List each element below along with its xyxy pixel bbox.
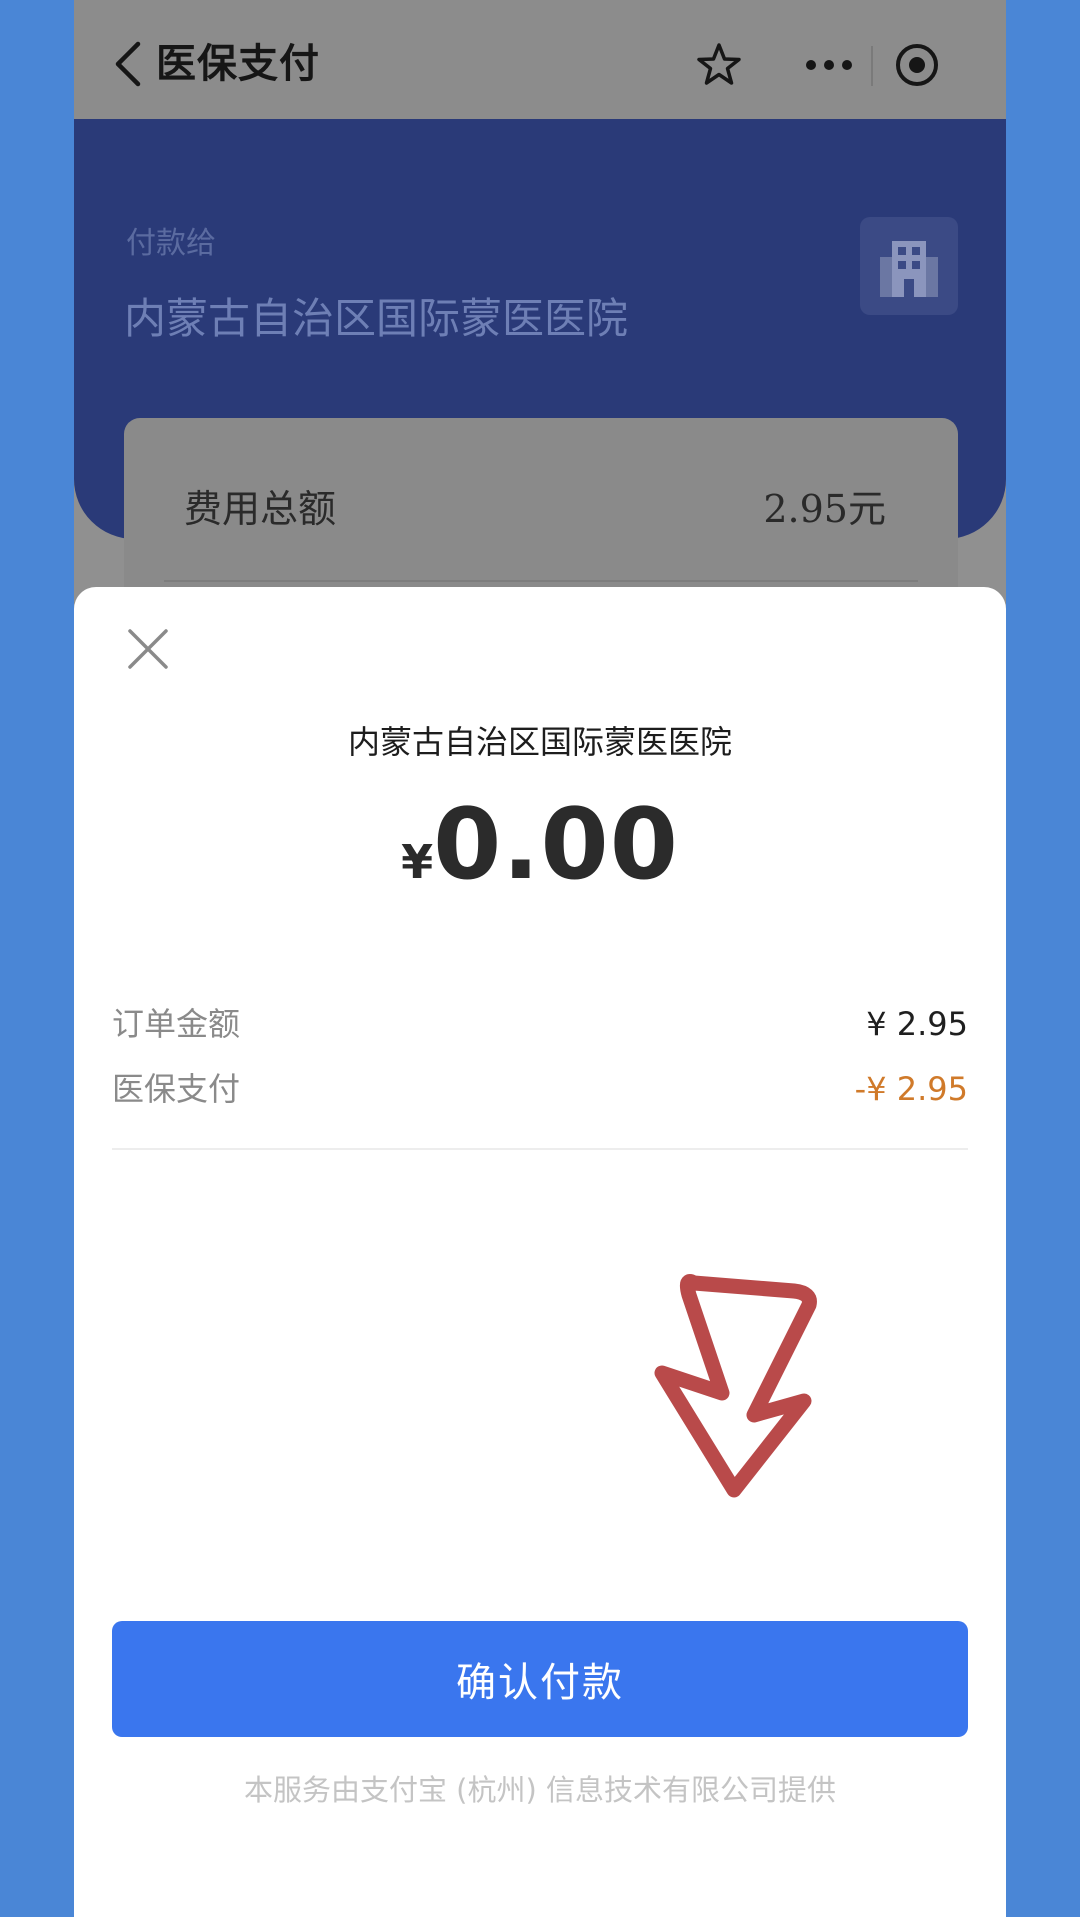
amount-value: 0.00 [433,788,679,902]
nav-divider [871,46,873,86]
payment-amount: ¥0.00 [74,790,1006,928]
order-amount-label: 订单金额 [112,1005,241,1043]
insurance-payment-value: -¥ 2.95 [854,1070,968,1108]
fee-total-value: 2.95元 [763,487,886,531]
order-amount-value: ¥ 2.95 [866,1005,968,1043]
confirm-payment-button[interactable]: 确认付款 [112,1621,968,1737]
phone-screen: 医保支付 付款给 内蒙古自治区国际蒙医医院 费用总额 2.95元 内蒙古自治区国… [74,0,1006,1917]
insurance-payment-row: 医保支付 -¥ 2.95 [112,1067,968,1111]
page-title: 医保支付 [156,41,320,87]
fee-total-label: 费用总额 [184,487,337,531]
close-icon[interactable] [126,627,170,671]
navigation-bar: 医保支付 [74,0,1006,119]
star-icon[interactable] [696,42,742,88]
currency-symbol: ¥ [401,835,434,889]
more-icon[interactable] [804,58,854,72]
merchant-name: 内蒙古自治区国际蒙医医院 [347,723,732,761]
service-provider-note: 本服务由支付宝 (杭州) 信息技术有限公司提供 [243,1773,837,1807]
order-amount-row: 订单金额 ¥ 2.95 [112,1002,968,1046]
details-divider [112,1148,968,1150]
annotation-arrow-icon [654,1274,817,1498]
back-icon[interactable] [110,40,146,88]
pay-to-label: 付款给 [126,226,216,261]
payment-sheet: 内蒙古自治区国际蒙医医院 ¥0.00 订单金额 ¥ 2.95 医保支付 -¥ 2… [74,587,1006,1917]
fee-card-divider [164,580,918,582]
target-icon[interactable] [894,42,940,88]
insurance-payment-label: 医保支付 [112,1070,241,1108]
payee-name: 内蒙古自治区国际蒙医医院 [124,294,629,343]
hospital-building-icon [860,217,958,315]
